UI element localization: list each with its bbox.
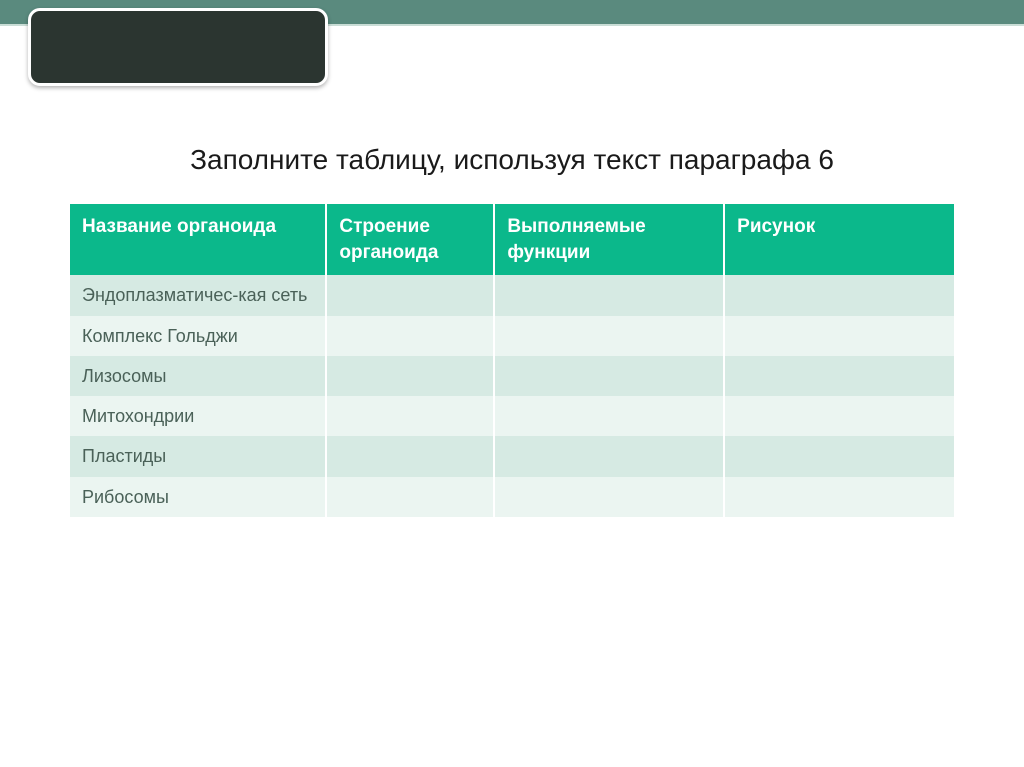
page-title: Заполните таблицу, используя текст параг…: [0, 144, 1024, 176]
table-row: Эндоплазматичес-кая сеть: [70, 275, 954, 315]
cell-name: Комплекс Гольджи: [70, 316, 326, 356]
cell-functions: [494, 477, 724, 517]
header-name: Название органоида: [70, 204, 326, 275]
cell-structure: [326, 275, 494, 315]
cell-functions: [494, 396, 724, 436]
cell-structure: [326, 396, 494, 436]
cell-name: Эндоплазматичес-кая сеть: [70, 275, 326, 315]
cell-picture: [724, 316, 954, 356]
slide-title-tab: [28, 8, 328, 86]
organoid-table: Название органоида Строение органоида Вы…: [70, 204, 954, 517]
cell-picture: [724, 477, 954, 517]
table-container: Название органоида Строение органоида Вы…: [70, 204, 954, 517]
cell-functions: [494, 436, 724, 476]
cell-name: Митохондрии: [70, 396, 326, 436]
cell-structure: [326, 316, 494, 356]
header-functions: Выполняемые функции: [494, 204, 724, 275]
cell-functions: [494, 316, 724, 356]
cell-name: Пластиды: [70, 436, 326, 476]
cell-functions: [494, 275, 724, 315]
cell-picture: [724, 275, 954, 315]
cell-functions: [494, 356, 724, 396]
cell-picture: [724, 396, 954, 436]
cell-name: Лизосомы: [70, 356, 326, 396]
cell-structure: [326, 356, 494, 396]
table-row: Лизосомы: [70, 356, 954, 396]
cell-picture: [724, 436, 954, 476]
header-structure: Строение органоида: [326, 204, 494, 275]
cell-structure: [326, 477, 494, 517]
table-row: Рибосомы: [70, 477, 954, 517]
table-row: Митохондрии: [70, 396, 954, 436]
table-row: Комплекс Гольджи: [70, 316, 954, 356]
cell-structure: [326, 436, 494, 476]
header-picture: Рисунок: [724, 204, 954, 275]
table-header-row: Название органоида Строение органоида Вы…: [70, 204, 954, 275]
cell-picture: [724, 356, 954, 396]
cell-name: Рибосомы: [70, 477, 326, 517]
table-row: Пластиды: [70, 436, 954, 476]
